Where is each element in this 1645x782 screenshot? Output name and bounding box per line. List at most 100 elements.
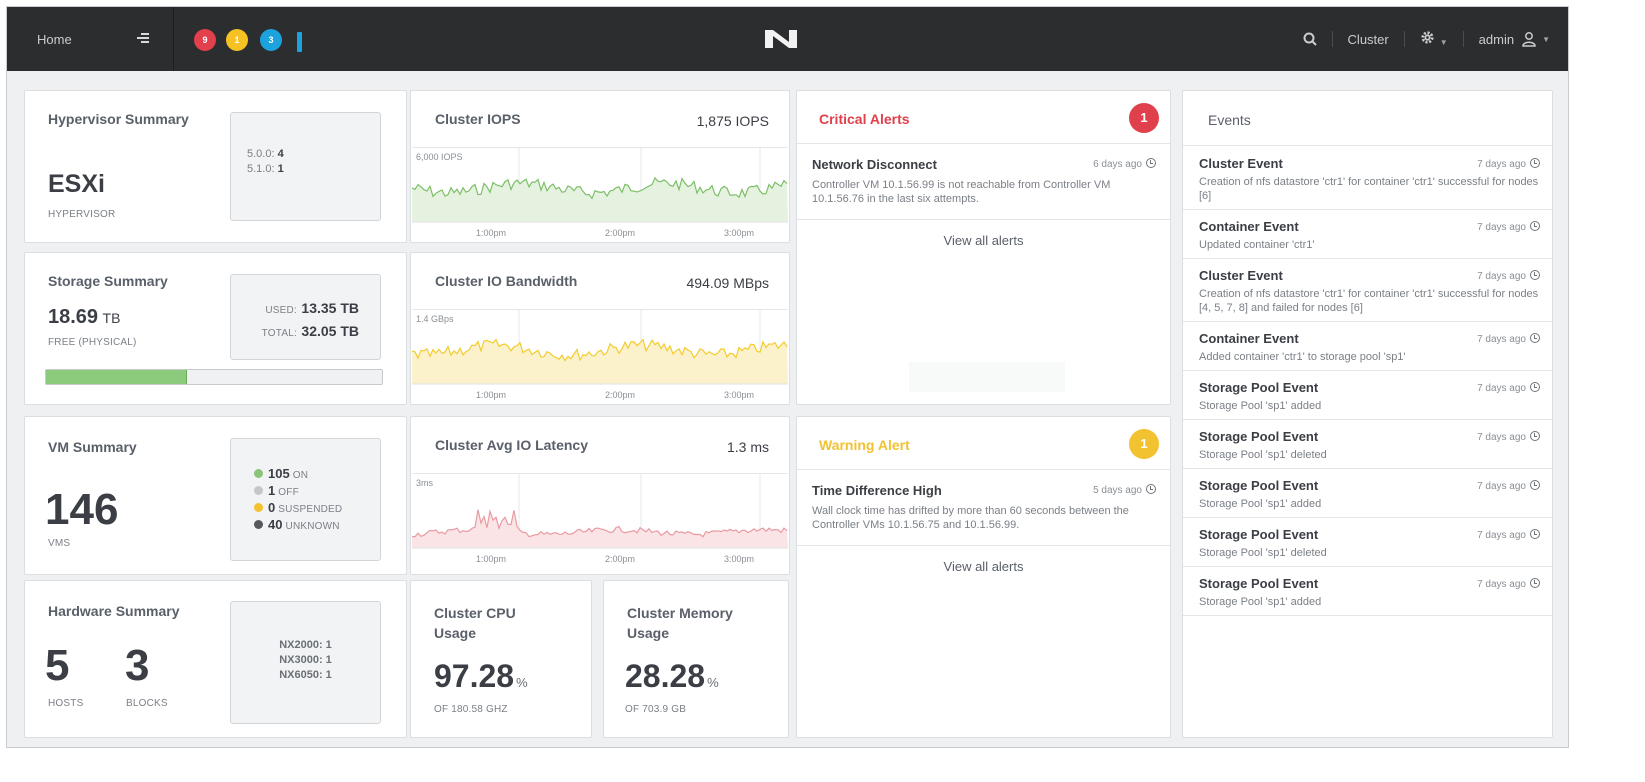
vm-summary-card[interactable]: VM Summary 146 VMS 105 ON 1 OFF 0 SUSPEN… bbox=[24, 416, 407, 575]
divider bbox=[173, 7, 174, 71]
hosts-caption: HOSTS bbox=[48, 698, 84, 709]
warning-alerts-count-badge[interactable]: 1 bbox=[226, 29, 248, 51]
event-time: 7 days ago bbox=[1477, 529, 1540, 541]
event-item[interactable]: Storage Pool Event 7 days ago Storage Po… bbox=[1183, 518, 1552, 567]
clock-icon bbox=[1530, 333, 1540, 343]
total-value: 32.05 TB bbox=[301, 323, 359, 339]
chart-value: 494.09 MBps bbox=[686, 275, 770, 291]
event-item[interactable]: Container Event 7 days ago Added contain… bbox=[1183, 322, 1552, 371]
view-all-alerts-link[interactable]: View all alerts bbox=[797, 233, 1170, 248]
vm-state-on: 105 ON bbox=[254, 466, 342, 483]
cluster-io-bandwidth-card[interactable]: Cluster IO Bandwidth 494.09 MBps 1.4 GBp… bbox=[410, 252, 790, 405]
event-time: 7 days ago bbox=[1477, 431, 1540, 443]
divider bbox=[1331, 31, 1333, 47]
critical-alerts-count-badge[interactable]: 9 bbox=[194, 29, 216, 51]
alert-item[interactable]: Time Difference High 5 days ago Wall clo… bbox=[797, 471, 1170, 546]
cpu-usage: 97.28% bbox=[434, 658, 528, 695]
card-title: Storage Summary bbox=[48, 273, 168, 289]
clock-icon bbox=[1530, 270, 1540, 280]
alert-time-text: 5 days ago bbox=[1093, 485, 1142, 496]
storage-usage-fill bbox=[46, 370, 188, 384]
x-tick-label: 2:00pm bbox=[605, 228, 636, 238]
event-item[interactable]: Cluster Event 7 days ago Creation of nfs… bbox=[1183, 259, 1552, 322]
card-title: Warning Alert bbox=[819, 437, 910, 453]
memory-usage-unit: % bbox=[707, 675, 719, 690]
status-dot-icon bbox=[254, 503, 263, 512]
menu-icon[interactable] bbox=[137, 33, 149, 44]
event-time-text: 7 days ago bbox=[1477, 432, 1526, 443]
view-all-alerts-link[interactable]: View all alerts bbox=[797, 559, 1170, 574]
cpu-usage-unit: % bbox=[516, 675, 528, 690]
cluster-cpu-card[interactable]: Cluster CPU Usage 97.28% OF 180.58 GHz bbox=[410, 580, 592, 738]
settings-menu[interactable]: ▼ bbox=[1420, 30, 1448, 48]
hypervisor-name: ESXi bbox=[48, 170, 105, 198]
hardware-summary-card[interactable]: Hardware Summary 5 HOSTS 3 BLOCKS NX2000… bbox=[24, 580, 407, 738]
vm-state-label: UNKNOWN bbox=[285, 521, 340, 532]
progress-indicator bbox=[297, 32, 302, 52]
card-title: Cluster CPU Usage bbox=[434, 603, 516, 643]
search-icon[interactable] bbox=[1303, 32, 1317, 46]
storage-usage-box: USED: 13.35 TB TOTAL: 32.05 TB bbox=[230, 274, 381, 360]
alert-name: Network Disconnect bbox=[812, 157, 937, 172]
alert-description: Wall clock time has drifted by more than… bbox=[812, 505, 1129, 531]
event-time: 7 days ago bbox=[1477, 158, 1540, 170]
chart-header: Cluster IO Bandwidth 494.09 MBps bbox=[411, 253, 789, 307]
hardware-model-box: NX2000: 1 NX3000: 1 NX6050: 1 bbox=[230, 601, 381, 724]
vm-state-count: 1 bbox=[268, 483, 276, 498]
x-tick-label: 1:00pm bbox=[476, 228, 507, 238]
clock-icon bbox=[1146, 484, 1156, 494]
cluster-memory-card[interactable]: Cluster Memory Usage 28.28% OF 703.9 GB bbox=[603, 580, 789, 738]
event-item[interactable]: Storage Pool Event 7 days ago Storage Po… bbox=[1183, 420, 1552, 469]
event-item[interactable]: Cluster Event 7 days ago Creation of nfs… bbox=[1183, 147, 1552, 210]
event-time-text: 7 days ago bbox=[1477, 530, 1526, 541]
event-time-text: 7 days ago bbox=[1477, 334, 1526, 345]
cluster-menu[interactable]: Cluster bbox=[1348, 32, 1389, 47]
clock-icon bbox=[1530, 382, 1540, 392]
chart-value: 1,875 IOPS bbox=[696, 113, 769, 129]
cluster-latency-card[interactable]: Cluster Avg IO Latency 1.3 ms 3ms 1:00pm… bbox=[410, 416, 790, 575]
memory-caption: OF 703.9 GB bbox=[625, 704, 687, 715]
user-menu[interactable]: admin ▼ bbox=[1479, 31, 1550, 47]
event-time-text: 7 days ago bbox=[1477, 383, 1526, 394]
x-tick-label: 1:00pm bbox=[476, 390, 507, 400]
event-item[interactable]: Storage Pool Event 7 days ago Storage Po… bbox=[1183, 371, 1552, 420]
blocks-caption: BLOCKS bbox=[126, 698, 168, 709]
clock-icon bbox=[1530, 158, 1540, 168]
card-title-line: Usage bbox=[434, 625, 477, 641]
vm-state-label: ON bbox=[292, 470, 309, 481]
used-value: 13.35 TB bbox=[301, 300, 359, 316]
version-count: 1 bbox=[277, 163, 284, 175]
divider bbox=[1403, 31, 1405, 47]
bandwidth-chart: 1.4 GBps 1:00pm 2:00pm 3:00pm bbox=[412, 309, 788, 403]
alert-description: Controller VM 10.1.56.99 is not reachabl… bbox=[812, 179, 1111, 205]
event-description: Creation of nfs datastore 'ctr1' for con… bbox=[1199, 288, 1539, 314]
chart-max-label: 6,000 IOPS bbox=[416, 152, 463, 162]
cluster-iops-card[interactable]: Cluster IOPS 1,875 IOPS 6,000 IOPS 1:00p… bbox=[410, 90, 790, 243]
vm-state-unknown: 40 UNKNOWN bbox=[254, 517, 342, 534]
gear-icon bbox=[1421, 31, 1434, 44]
events-list: Cluster Event 7 days ago Creation of nfs… bbox=[1183, 147, 1552, 616]
event-time: 7 days ago bbox=[1477, 333, 1540, 345]
chart-header: Cluster Avg IO Latency 1.3 ms bbox=[411, 417, 789, 471]
chevron-down-icon: ▼ bbox=[1542, 34, 1550, 44]
event-description: Storage Pool 'sp1' deleted bbox=[1199, 547, 1327, 559]
event-item[interactable]: Storage Pool Event 7 days ago Storage Po… bbox=[1183, 469, 1552, 518]
memory-usage-value: 28.28 bbox=[625, 658, 706, 694]
event-time-text: 7 days ago bbox=[1477, 481, 1526, 492]
clock-icon bbox=[1530, 480, 1540, 490]
status-dot-icon bbox=[254, 520, 263, 529]
event-item[interactable]: Storage Pool Event 7 days ago Storage Po… bbox=[1183, 567, 1552, 616]
alert-item[interactable]: Network Disconnect 6 days ago Controller… bbox=[797, 145, 1170, 220]
event-item[interactable]: Container Event 7 days ago Updated conta… bbox=[1183, 210, 1552, 259]
area-fill bbox=[412, 339, 788, 384]
info-alerts-count-badge[interactable]: 3 bbox=[260, 29, 282, 51]
hypervisor-summary-card[interactable]: Hypervisor Summary ESXi HYPERVISOR 5.0.0… bbox=[24, 90, 407, 243]
latency-chart: 3ms 1:00pm 2:00pm 3:00pm bbox=[412, 473, 788, 573]
used-label: USED: bbox=[265, 305, 297, 316]
vm-state-off: 1 OFF bbox=[254, 483, 342, 500]
event-time-text: 7 days ago bbox=[1477, 159, 1526, 170]
model-item: NX3000: 1 bbox=[279, 654, 332, 666]
storage-summary-card[interactable]: Storage Summary 18.69 TB FREE (PHYSICAL)… bbox=[24, 252, 407, 405]
chart-max-label: 3ms bbox=[416, 478, 434, 488]
home-menu[interactable]: Home bbox=[37, 32, 72, 47]
